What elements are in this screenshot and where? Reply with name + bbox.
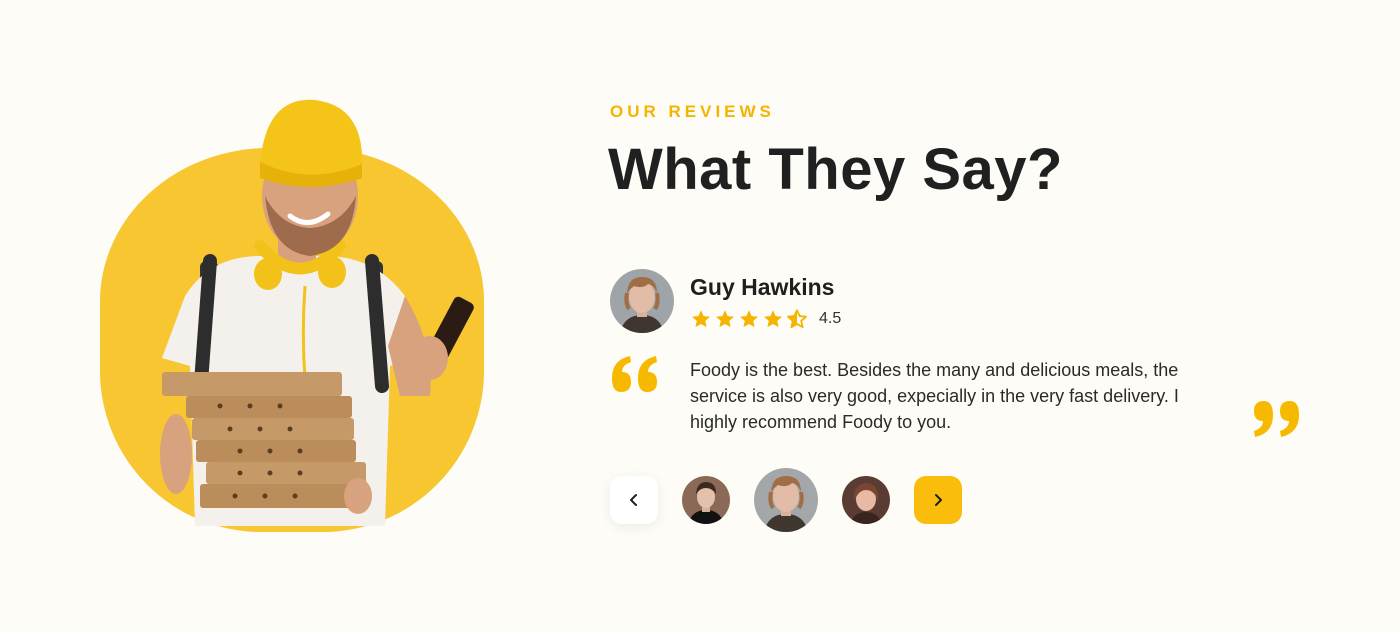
star-icon	[764, 310, 782, 328]
star-icon	[716, 310, 734, 328]
reviewer-thumbnail-1[interactable]	[682, 476, 730, 524]
section-eyebrow: OUR REVIEWS	[610, 102, 775, 121]
rating-value: 4.5	[819, 310, 842, 327]
star-icon	[692, 310, 710, 328]
star-icon	[740, 310, 758, 328]
half-star-icon	[787, 309, 807, 329]
chevron-left-icon	[630, 494, 637, 506]
close-quote-icon	[1254, 401, 1299, 437]
review-text: Foody is the best. Besides the many and …	[690, 360, 1179, 432]
chevron-right-icon	[935, 494, 942, 506]
star-rating: 4.5	[690, 308, 841, 330]
hero-image	[100, 96, 495, 536]
reviewer-avatar	[610, 269, 674, 333]
section-title: What They Say?	[608, 137, 1063, 202]
open-quote-icon	[612, 356, 657, 392]
previous-review-button[interactable]	[610, 476, 658, 524]
reviewer-thumbnail-2-active[interactable]	[754, 468, 818, 532]
next-review-button[interactable]	[914, 476, 962, 524]
delivery-man-illustration	[160, 99, 474, 526]
reviewer-thumbnail-3[interactable]	[842, 476, 890, 524]
reviewer-name: Guy Hawkins	[690, 274, 835, 300]
